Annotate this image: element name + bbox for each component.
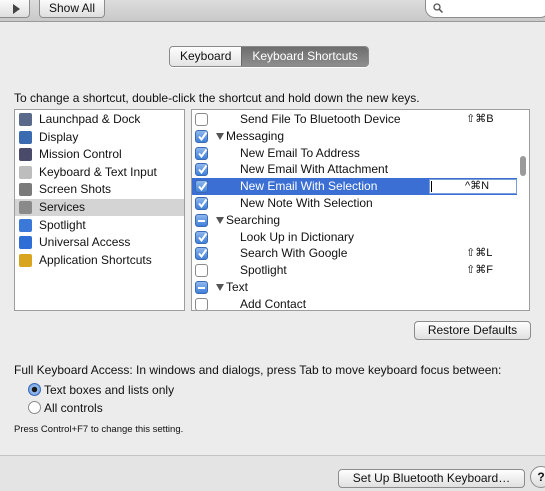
category-label: Display xyxy=(39,129,79,144)
shortcut-row[interactable]: New Email To Address xyxy=(192,145,517,162)
disclosure-triangle-icon[interactable] xyxy=(216,216,224,224)
shortcut-row[interactable]: Send File To Bluetooth Device ⇧⌘B xyxy=(192,111,517,128)
text-caret xyxy=(431,181,432,193)
category-item[interactable]: Keyboard & Text Input xyxy=(15,164,184,181)
shortcut-checkbox[interactable] xyxy=(195,163,208,177)
shortcut-checkbox[interactable] xyxy=(195,129,208,143)
shortcut-label: New Email With Attachment xyxy=(240,162,389,177)
shortcut-row[interactable]: Add Contact xyxy=(192,296,517,311)
mission-control-icon xyxy=(19,148,32,162)
shortcut-label: Search With Google xyxy=(240,246,348,261)
set-up-bluetooth-keyboard-button[interactable]: Set Up Bluetooth Keyboard… xyxy=(338,469,525,488)
shortcut-checkbox[interactable] xyxy=(195,213,208,227)
shortcut-key[interactable]: ⇧⌘F xyxy=(466,262,493,279)
shortcut-label: New Email With Selection xyxy=(240,179,378,194)
shortcut-label: Add Contact xyxy=(240,296,307,311)
disclosure-triangle-icon[interactable] xyxy=(216,132,224,140)
forward-button[interactable] xyxy=(0,0,30,18)
category-item[interactable]: Mission Control xyxy=(15,146,184,163)
shortcut-label: New Note With Selection xyxy=(240,196,373,210)
universal-access-icon xyxy=(19,236,32,250)
shortcut-row[interactable]: Spotlight ⇧⌘F xyxy=(192,262,517,279)
category-label: Launchpad & Dock xyxy=(39,112,141,126)
spotlight-icon xyxy=(19,218,32,232)
screenshot-icon xyxy=(19,183,32,197)
shortcut-label: Send File To Bluetooth Device xyxy=(240,112,401,126)
shortcut-row[interactable]: Search With Google ⇧⌘L xyxy=(192,245,517,262)
radio-label: All controls xyxy=(44,401,103,415)
radio-button[interactable] xyxy=(28,383,41,396)
shortcut-checkbox[interactable] xyxy=(195,230,208,244)
forward-arrow-icon xyxy=(13,4,20,14)
shortcut-checkbox[interactable] xyxy=(195,180,208,194)
help-button[interactable]: ? xyxy=(530,466,545,488)
shortcut-label: Messaging xyxy=(226,128,285,143)
keyboard-icon xyxy=(19,165,32,179)
category-label: Universal Access xyxy=(39,235,131,250)
disclosure-triangle-icon[interactable] xyxy=(216,284,224,291)
full-keyboard-access-label: Full Keyboard Access: In windows and dia… xyxy=(14,363,502,377)
shortcut-key[interactable]: ⇧⌘B xyxy=(466,111,494,128)
radio-label: Text boxes and lists only xyxy=(44,383,175,397)
shortcut-group-row[interactable]: Messaging xyxy=(192,128,517,145)
category-item[interactable]: Launchpad & Dock xyxy=(15,111,184,128)
radio-button[interactable] xyxy=(28,401,41,414)
toolbar: Show All xyxy=(0,0,545,22)
show-all-button[interactable]: Show All xyxy=(39,0,105,18)
scrollbar-thumb[interactable] xyxy=(520,156,526,176)
shortcut-row[interactable]: Look Up in Dictionary xyxy=(192,229,517,246)
category-item[interactable]: Display xyxy=(15,129,184,146)
category-item[interactable]: Screen Shots xyxy=(15,181,184,198)
shortcut-label: Look Up in Dictionary xyxy=(240,229,355,244)
search-icon xyxy=(433,3,443,13)
shortcut-row[interactable]: New Email With Selection ^⌘N xyxy=(192,178,517,196)
category-label: Mission Control xyxy=(39,147,122,162)
hint-text: Press Control+F7 to change this setting. xyxy=(14,424,184,435)
search-input[interactable] xyxy=(425,0,545,18)
category-item[interactable]: Spotlight xyxy=(15,217,184,234)
gear-icon xyxy=(19,201,32,214)
shortcut-key[interactable]: ⇧⌘L xyxy=(466,245,492,262)
tab-keyboard[interactable]: Keyboard xyxy=(170,47,242,66)
shortcut-key: ^⌘N xyxy=(465,180,490,193)
category-label: Spotlight xyxy=(39,217,86,232)
shortcut-checkbox[interactable] xyxy=(195,113,208,126)
category-item[interactable]: Universal Access xyxy=(15,234,184,251)
shortcut-checkbox[interactable] xyxy=(195,281,208,294)
shortcut-group-row[interactable]: Text xyxy=(192,279,517,296)
shortcut-checkbox[interactable] xyxy=(195,247,208,261)
category-item[interactable]: Application Shortcuts xyxy=(15,252,184,269)
vertical-scrollbar[interactable] xyxy=(517,110,529,310)
shortcut-list[interactable]: Send File To Bluetooth Device ⇧⌘B Messagin… xyxy=(191,109,530,311)
shortcut-checkbox[interactable] xyxy=(195,297,208,310)
restore-defaults-button[interactable]: Restore Defaults xyxy=(414,321,531,340)
shortcut-group-row[interactable]: Searching xyxy=(192,212,517,229)
shortcut-label: Text xyxy=(226,280,249,294)
shortcut-row[interactable]: New Email With Attachment xyxy=(192,161,517,178)
instruction-text: To change a shortcut, double-click the s… xyxy=(14,91,420,105)
app-shortcuts-icon xyxy=(19,253,32,267)
category-label: Services xyxy=(39,200,86,214)
shortcut-checkbox[interactable] xyxy=(195,264,208,278)
shortcut-label: Spotlight xyxy=(240,263,287,278)
shortcut-checkbox[interactable] xyxy=(195,197,208,210)
tab-keyboard-shortcuts[interactable]: Keyboard Shortcuts xyxy=(241,47,368,66)
category-label: Keyboard & Text Input xyxy=(39,164,157,179)
shortcut-key-editor[interactable]: ^⌘N xyxy=(429,179,517,195)
category-item[interactable]: Services xyxy=(15,199,184,216)
tab-bar: Keyboard Keyboard Shortcuts xyxy=(169,46,369,67)
launchpad-dock-icon xyxy=(19,113,32,126)
shortcut-checkbox[interactable] xyxy=(195,146,208,160)
display-icon xyxy=(19,130,32,144)
category-label: Application Shortcuts xyxy=(39,252,152,267)
category-list[interactable]: Launchpad & Dock Display Mission Control Ke… xyxy=(14,109,185,311)
shortcut-row[interactable]: New Note With Selection xyxy=(192,195,517,212)
shortcut-label: Searching xyxy=(226,212,281,227)
shortcut-label: New Email To Address xyxy=(240,145,360,160)
category-label: Screen Shots xyxy=(39,182,112,197)
